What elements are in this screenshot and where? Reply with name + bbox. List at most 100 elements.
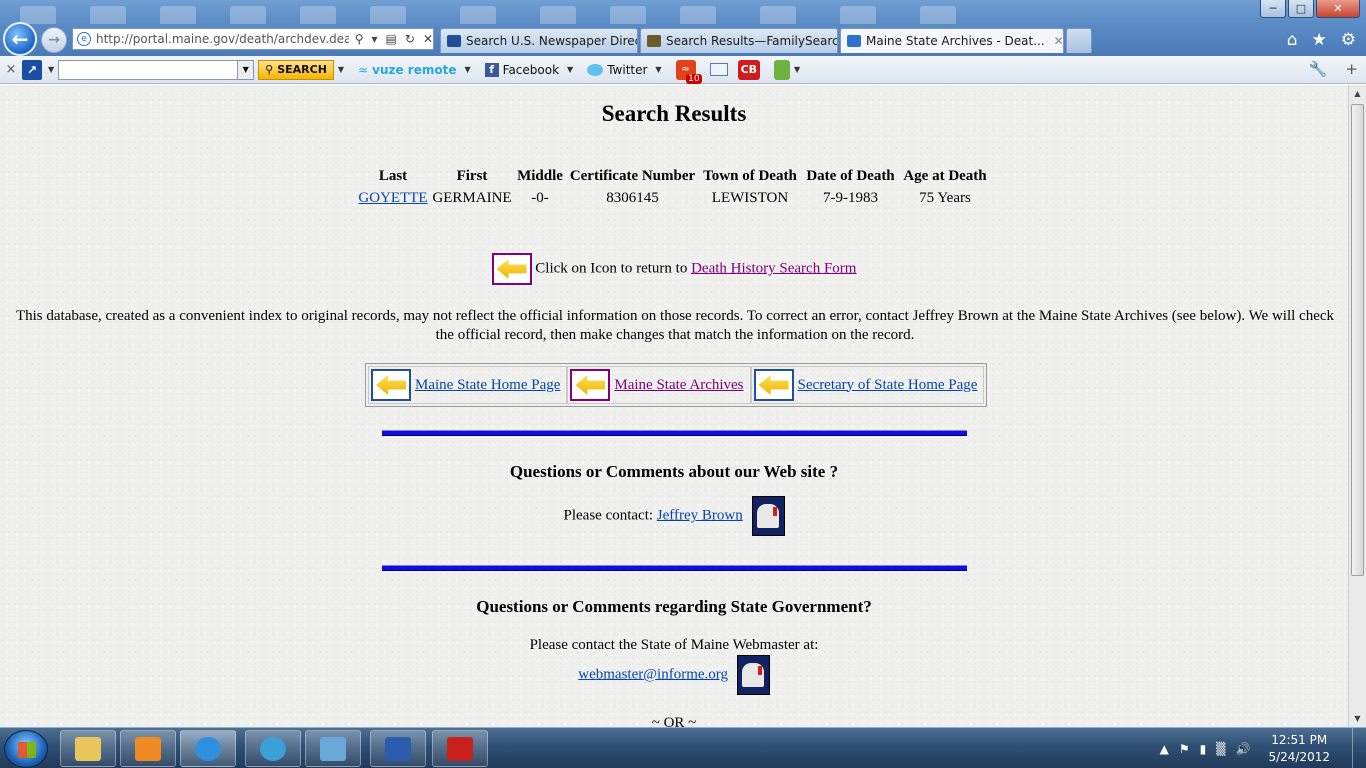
newspaper-site-icon	[447, 35, 461, 47]
wifi-icon: ≈	[358, 62, 369, 77]
back-button[interactable]: ←	[3, 22, 37, 56]
cell-town: LEWISTON	[711, 190, 789, 206]
address-bar[interactable]: e http://portal.maine.gov/death/archdev.…	[72, 28, 434, 50]
scroll-down-arrow-icon[interactable]: ▼	[1349, 710, 1366, 727]
questions-government-heading: Questions or Comments regarding State Go…	[476, 597, 872, 616]
show-hidden-icons-icon[interactable]: ▲	[1160, 742, 1169, 756]
green-addon-icon[interactable]	[774, 59, 791, 80]
tools-gear-icon[interactable]: ⚙	[1341, 30, 1356, 50]
cell-date: 7-9-1983	[823, 190, 878, 206]
sos-arrow-button[interactable]	[753, 369, 794, 401]
cb-button[interactable]: CB	[737, 59, 761, 80]
tab-close-icon[interactable]: ✕	[1054, 34, 1063, 48]
scrollbar-thumb[interactable]	[1351, 104, 1364, 576]
chevron-down-icon[interactable]: ▼	[338, 65, 344, 74]
tab-maine-state-archives[interactable]: Maine State Archives - Deat... ✕	[840, 28, 1064, 53]
photo-viewer-icon	[320, 736, 346, 761]
search-icon[interactable]: ⚲	[355, 32, 364, 46]
facebook-icon: f	[484, 62, 499, 77]
new-tab-button[interactable]	[1066, 28, 1092, 53]
jeffrey-brown-link[interactable]: Jeffrey Brown	[657, 507, 743, 523]
taskbar-app-media-player[interactable]	[120, 730, 176, 767]
dropdown-arrow-icon[interactable]: ▾	[372, 32, 378, 46]
add-icon[interactable]: +	[1345, 60, 1358, 78]
record-link-goyette[interactable]: GOYETTE	[358, 190, 427, 206]
taskbar-app-acrobat[interactable]	[432, 730, 488, 767]
acrobat-icon	[447, 736, 473, 761]
chevron-down-icon[interactable]: ▼	[48, 65, 54, 74]
home-icon[interactable]: ⌂	[1287, 30, 1298, 50]
toolbar-search-button[interactable]: ⚲ SEARCH	[258, 59, 334, 80]
back-arrow-icon	[758, 375, 789, 395]
mail-icon[interactable]	[709, 63, 728, 76]
tab-label: Search U.S. Newspaper Directo...	[466, 34, 637, 48]
favorites-star-icon[interactable]: ★	[1312, 30, 1327, 50]
browser-right-icons: ⌂ ★ ⚙	[1287, 30, 1356, 50]
minimize-button[interactable]: ─	[1260, 0, 1286, 18]
device-icon[interactable]: ▮	[1200, 742, 1207, 756]
refresh-icon[interactable]: ↻	[405, 32, 415, 46]
magnifier-icon: ⚲	[265, 63, 274, 76]
toolbar-close-icon[interactable]: ×	[0, 62, 22, 77]
maine-state-home-page-link[interactable]: Maine State Home Page	[411, 377, 564, 394]
taskbar-app-photo-viewer[interactable]	[305, 730, 361, 767]
secretary-of-state-home-page-link[interactable]: Secretary of State Home Page	[794, 377, 982, 394]
vertical-scrollbar[interactable]: ▲ ▼	[1348, 85, 1366, 727]
taskbar-app-refresh[interactable]	[245, 730, 301, 767]
return-arrow-button[interactable]	[491, 253, 532, 285]
action-center-flag-icon[interactable]: ⚑	[1179, 742, 1190, 756]
maximize-button[interactable]: □	[1288, 0, 1314, 18]
media-player-icon	[135, 736, 161, 761]
wrench-icon[interactable]: 🔧	[1309, 60, 1328, 78]
taskbar-app-file-explorer[interactable]	[60, 730, 116, 767]
folder-icon	[75, 736, 101, 761]
vuze-remote-button[interactable]: ≈ vuze remote ▼	[358, 63, 475, 77]
webmaster-email-link[interactable]: webmaster@informe.org	[578, 666, 728, 682]
tab-newspaper-directory[interactable]: Search U.S. Newspaper Directo...	[440, 28, 638, 53]
col-certificate-number: Certificate Number	[569, 168, 696, 184]
maine-home-arrow-button[interactable]	[371, 369, 411, 401]
tab-familysearch[interactable]: Search Results—FamilySearch....	[640, 28, 838, 53]
taskbar-clock[interactable]: 12:51 PM 5/24/2012	[1268, 732, 1330, 766]
table-row: GOYETTE GERMAINE -0- 8306145 LEWISTON 7-…	[356, 186, 990, 211]
cell-age: 75 Years	[919, 190, 971, 206]
please-contact-label: Please contact:	[563, 507, 654, 524]
start-button[interactable]	[4, 730, 48, 768]
stop-icon[interactable]: ✕	[423, 32, 433, 46]
address-url[interactable]: http://portal.maine.gov/death/archdev.de…	[96, 32, 349, 46]
mailbox-icon[interactable]	[736, 655, 770, 695]
rss-feed-button[interactable]: ≈10	[675, 59, 702, 84]
compatibility-view-icon[interactable]: ▤	[386, 32, 397, 46]
forward-button[interactable]: →	[41, 27, 67, 53]
scroll-up-arrow-icon[interactable]: ▲	[1349, 85, 1366, 102]
network-signal-icon[interactable]: ▒	[1216, 742, 1225, 756]
mailbox-graphic	[742, 663, 765, 687]
show-desktop-button[interactable]	[1352, 728, 1366, 768]
return-text: Click on Icon to return to	[535, 260, 688, 277]
chevron-down-icon[interactable]: ▼	[794, 65, 800, 74]
tab-strip: Search U.S. Newspaper Directo... Search …	[440, 28, 1094, 53]
mailbox-icon[interactable]	[751, 496, 785, 536]
twitter-label: Twitter	[607, 62, 648, 77]
taskbar-app-word[interactable]	[370, 730, 426, 767]
maine-state-archives-link[interactable]: Maine State Archives	[610, 377, 747, 394]
twitter-button[interactable]: Twitter ▼	[587, 63, 665, 77]
website-contact-row: Please contact: Jeffrey Brown	[0, 496, 1348, 536]
site-nav-links: Maine State Home Page Maine State Archiv…	[365, 363, 988, 407]
archives-arrow-button[interactable]	[570, 369, 611, 401]
facebook-button[interactable]: f Facebook ▼	[484, 62, 578, 77]
tab-label: Maine State Archives - Deat...	[866, 34, 1045, 48]
taskbar-app-internet-explorer[interactable]	[180, 730, 236, 767]
system-tray: ▲ ⚑ ▮ ▒ 🔊 12:51 PM 5/24/2012	[1160, 728, 1366, 768]
toolbar-search-input[interactable]	[58, 59, 239, 80]
disclaimer-text: This database, created as a convenient i…	[15, 308, 1335, 343]
toolbar-logo-icon[interactable]: ↗	[22, 59, 42, 80]
volume-icon[interactable]: 🔊	[1236, 742, 1251, 756]
clock-date: 5/24/2012	[1268, 749, 1330, 764]
page-title: Search Results	[601, 101, 747, 126]
nav-cell-sos: Secretary of State Home Page	[750, 366, 985, 404]
toolbar-search-dropdown[interactable]: ▼	[238, 59, 255, 80]
col-town-of-death: Town of Death	[703, 168, 797, 184]
death-history-search-form-link[interactable]: Death History Search Form	[691, 260, 856, 276]
close-window-button[interactable]: ✕	[1316, 0, 1360, 18]
